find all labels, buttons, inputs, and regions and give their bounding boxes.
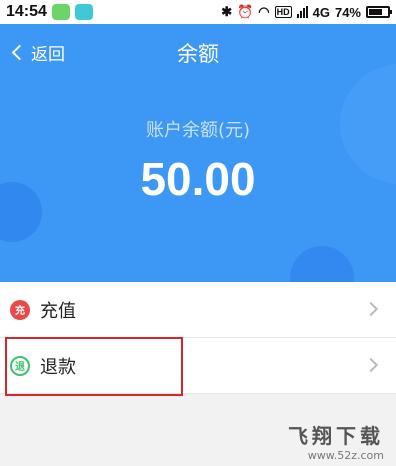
recharge-icon: 充 — [10, 299, 30, 320]
status-bar: 14:54 ✱ ⏰ ◠ HD 4G 74% — [0, 0, 396, 24]
chevron-right-icon — [363, 357, 379, 373]
battery-fill — [369, 9, 383, 15]
wifi-icon: ◠ — [258, 4, 270, 19]
status-time: 14:54 — [6, 3, 47, 20]
battery-percent: 74% — [334, 4, 361, 20]
highlight-box — [5, 337, 183, 396]
menu-item-recharge[interactable]: 充 充值 — [0, 282, 396, 338]
menu-item-label: 充值 — [40, 300, 76, 322]
balance-value: 50.00 — [140, 153, 256, 205]
watermark: 飞翔下载 www.52z.com — [288, 420, 384, 462]
network-type: 4G — [312, 4, 330, 20]
balance-header: 返回 余额 账户余额(元) 50.00 — [0, 24, 396, 282]
battery-icon — [366, 6, 392, 18]
chevron-right-icon — [363, 301, 379, 317]
page-title: 余额 — [177, 42, 219, 66]
decor-circle — [290, 246, 354, 282]
balance-label: 账户余额(元) — [145, 120, 251, 141]
hd-icon: HD — [274, 6, 292, 18]
alarm-icon: ⏰ — [237, 4, 254, 19]
app-notification-icon — [74, 4, 93, 20]
bluetooth-icon: ✱ — [221, 4, 233, 19]
watermark-url: www.52z.com — [307, 449, 384, 462]
status-right: ✱ ⏰ ◠ HD 4G 74% — [221, 4, 392, 20]
watermark-text: 飞翔下载 — [288, 424, 384, 448]
wechat-notification-icon — [51, 4, 70, 20]
signal-icon — [296, 6, 308, 18]
